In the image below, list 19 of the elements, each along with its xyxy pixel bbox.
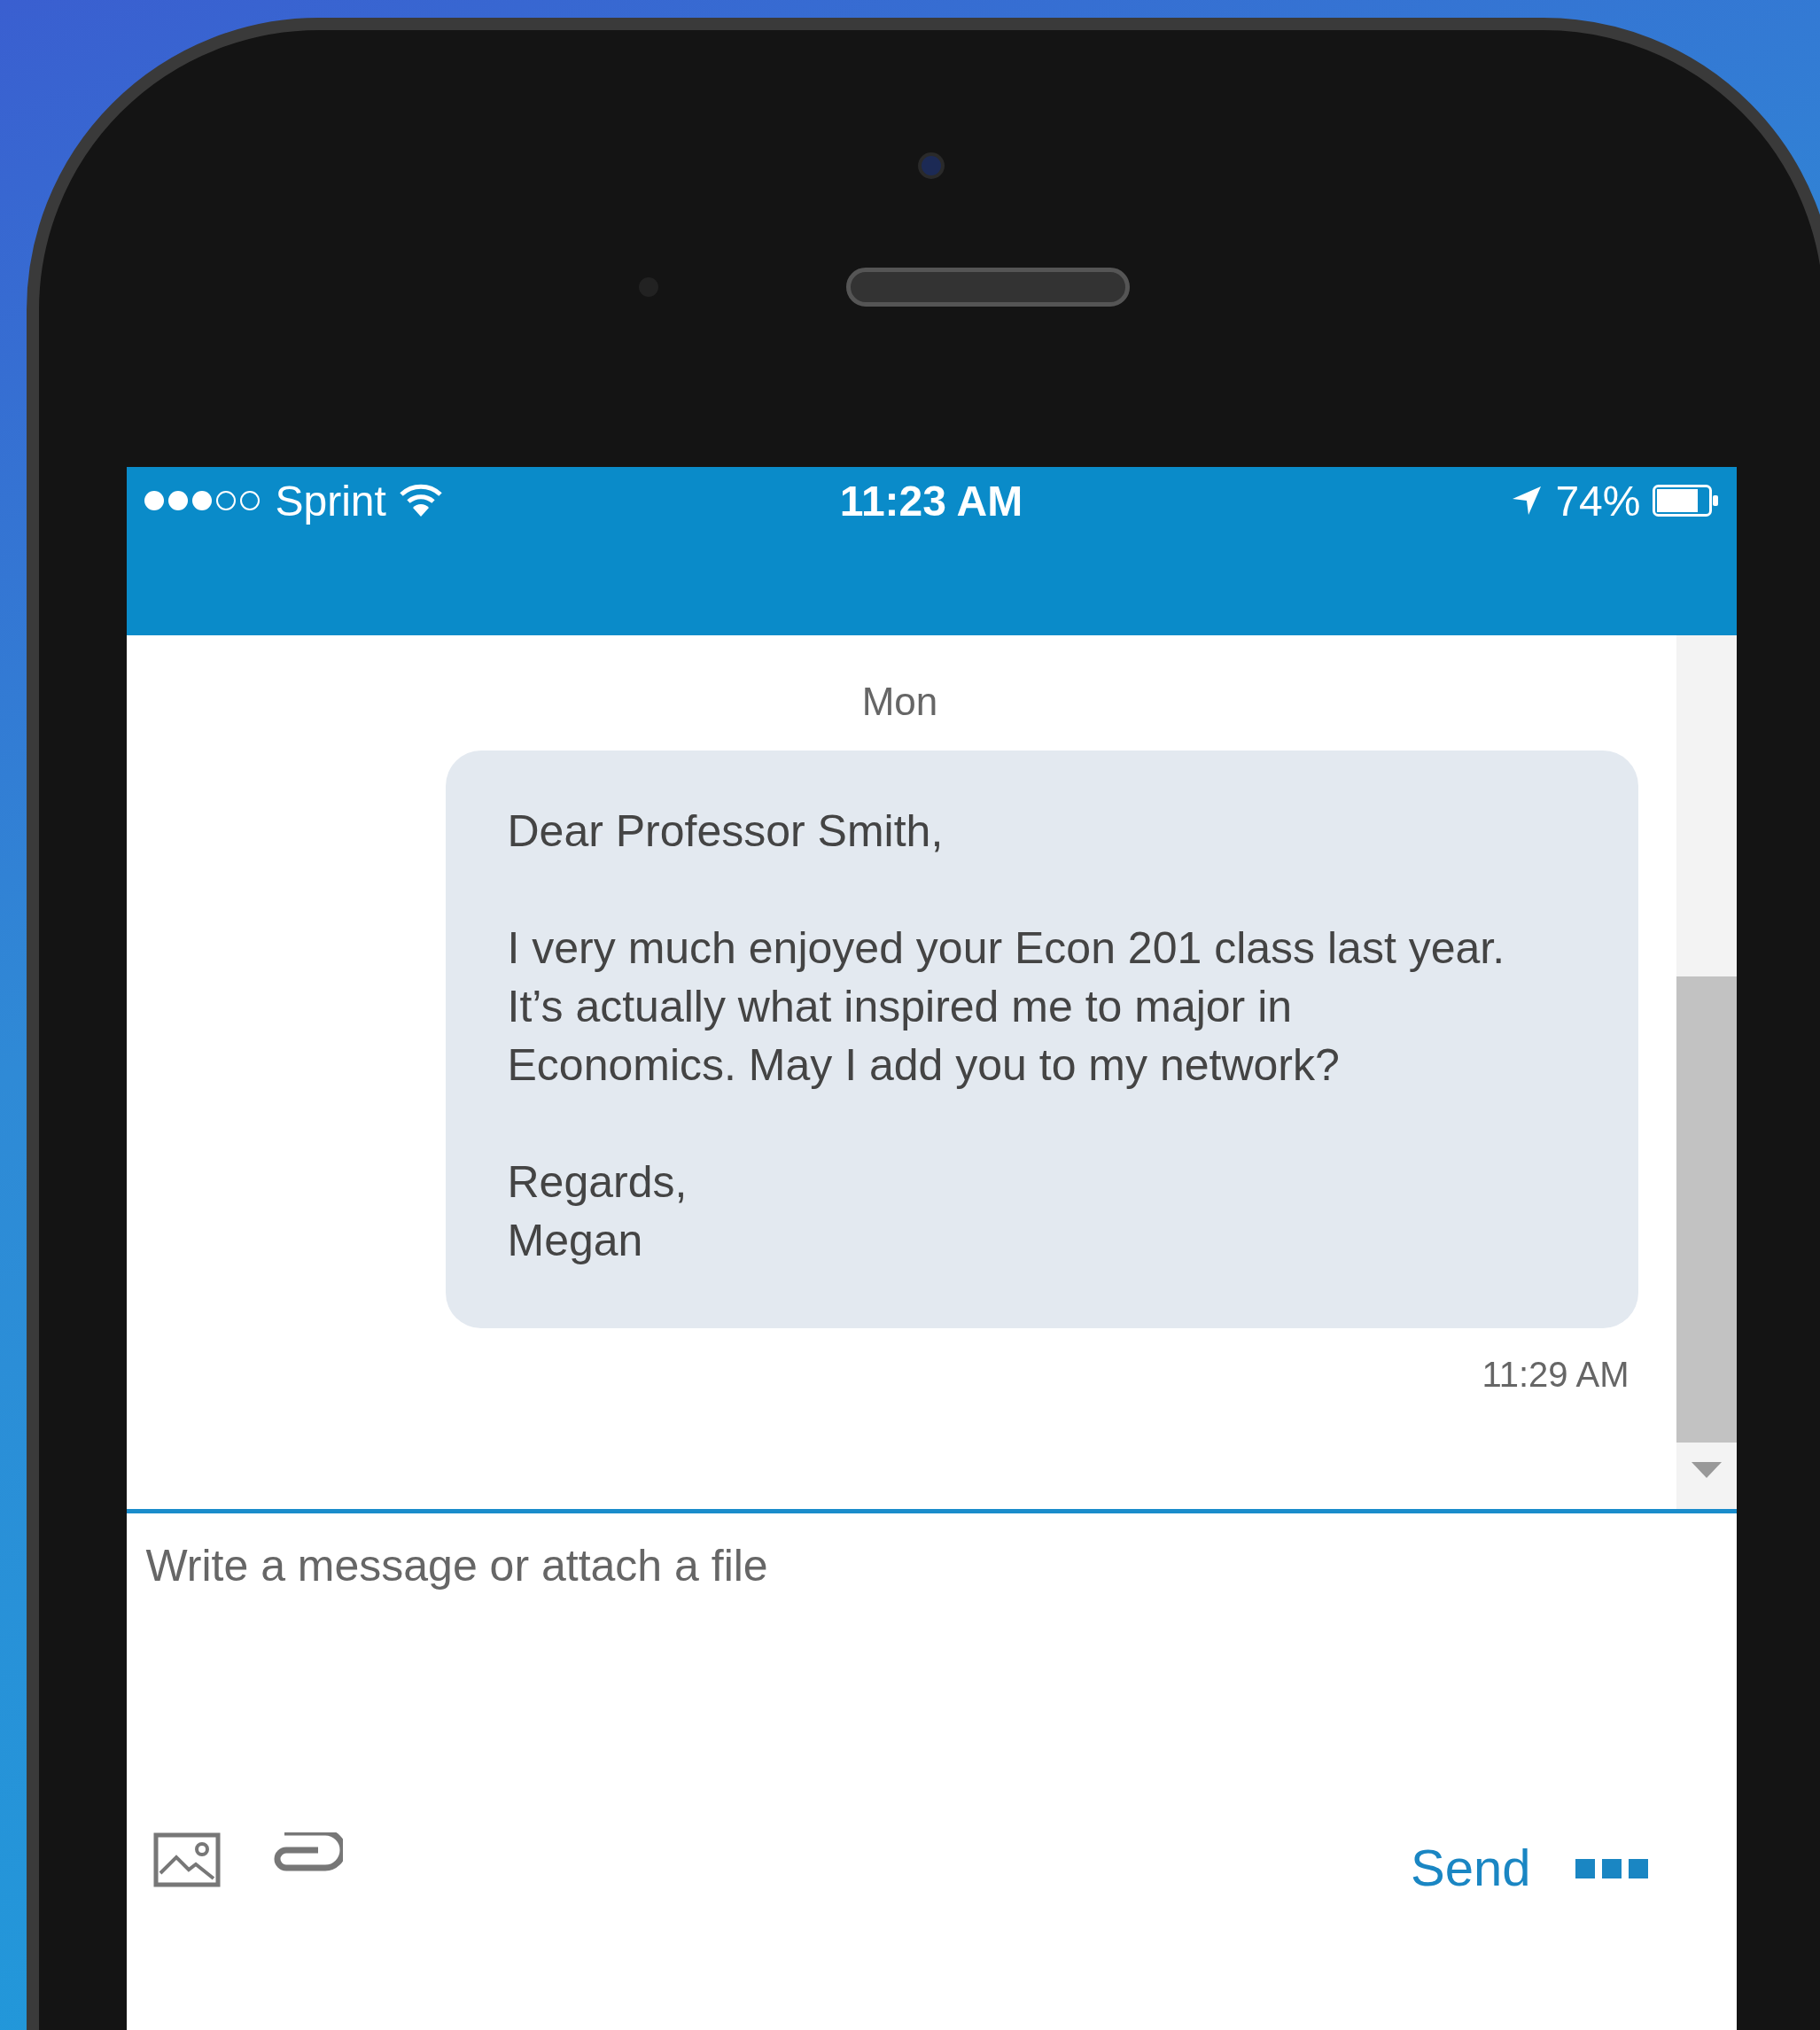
- scrollbar[interactable]: [1676, 635, 1737, 1509]
- message-paragraph: Regards, Megan: [507, 1156, 688, 1267]
- more-icon[interactable]: [1575, 1859, 1648, 1878]
- camera-icon: [918, 152, 945, 179]
- location-arrow-icon: [1511, 485, 1544, 517]
- message-paragraph: I very much enjoyed your Econ 201 class last year. It’s actually what inspired me to major in Economics. May I add you to my network?: [507, 922, 1506, 1092]
- carrier-name: Sprint: [275, 476, 386, 525]
- scroll-down-icon[interactable]: [1691, 1462, 1722, 1478]
- send-button[interactable]: Send: [1411, 1838, 1531, 1897]
- message-input[interactable]: Write a message or attach a file: [126, 1513, 1737, 1797]
- scrollbar-thumb[interactable]: [1676, 976, 1737, 1443]
- message-paragraph: Dear Professor Smith,: [507, 805, 945, 858]
- day-label: Mon: [861, 680, 938, 724]
- battery-icon: [1653, 485, 1721, 517]
- battery-percent: 74%: [1555, 476, 1641, 525]
- image-icon[interactable]: [152, 1832, 221, 1887]
- status-time: 11:23 AM: [839, 476, 1023, 525]
- wifi-icon: [398, 484, 443, 517]
- message-time: 11:29 AM: [1482, 1355, 1629, 1395]
